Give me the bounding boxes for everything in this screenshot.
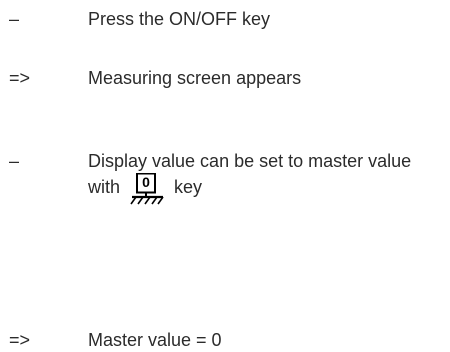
- result-text: Master value = 0: [88, 330, 222, 350]
- key-label: 0: [142, 174, 150, 190]
- arrow-marker: =>: [9, 68, 31, 88]
- step-text-after: key: [174, 177, 203, 197]
- step-text: Press the ON/OFF key: [88, 9, 271, 29]
- result-text: Measuring screen appears: [88, 68, 302, 88]
- arrow-marker: =>: [9, 330, 31, 350]
- step-text: Display value can be set to master value…: [88, 149, 443, 207]
- dash-marker: –: [9, 9, 20, 29]
- dash-marker: –: [9, 151, 20, 171]
- zero-key-icon: 0: [127, 173, 167, 207]
